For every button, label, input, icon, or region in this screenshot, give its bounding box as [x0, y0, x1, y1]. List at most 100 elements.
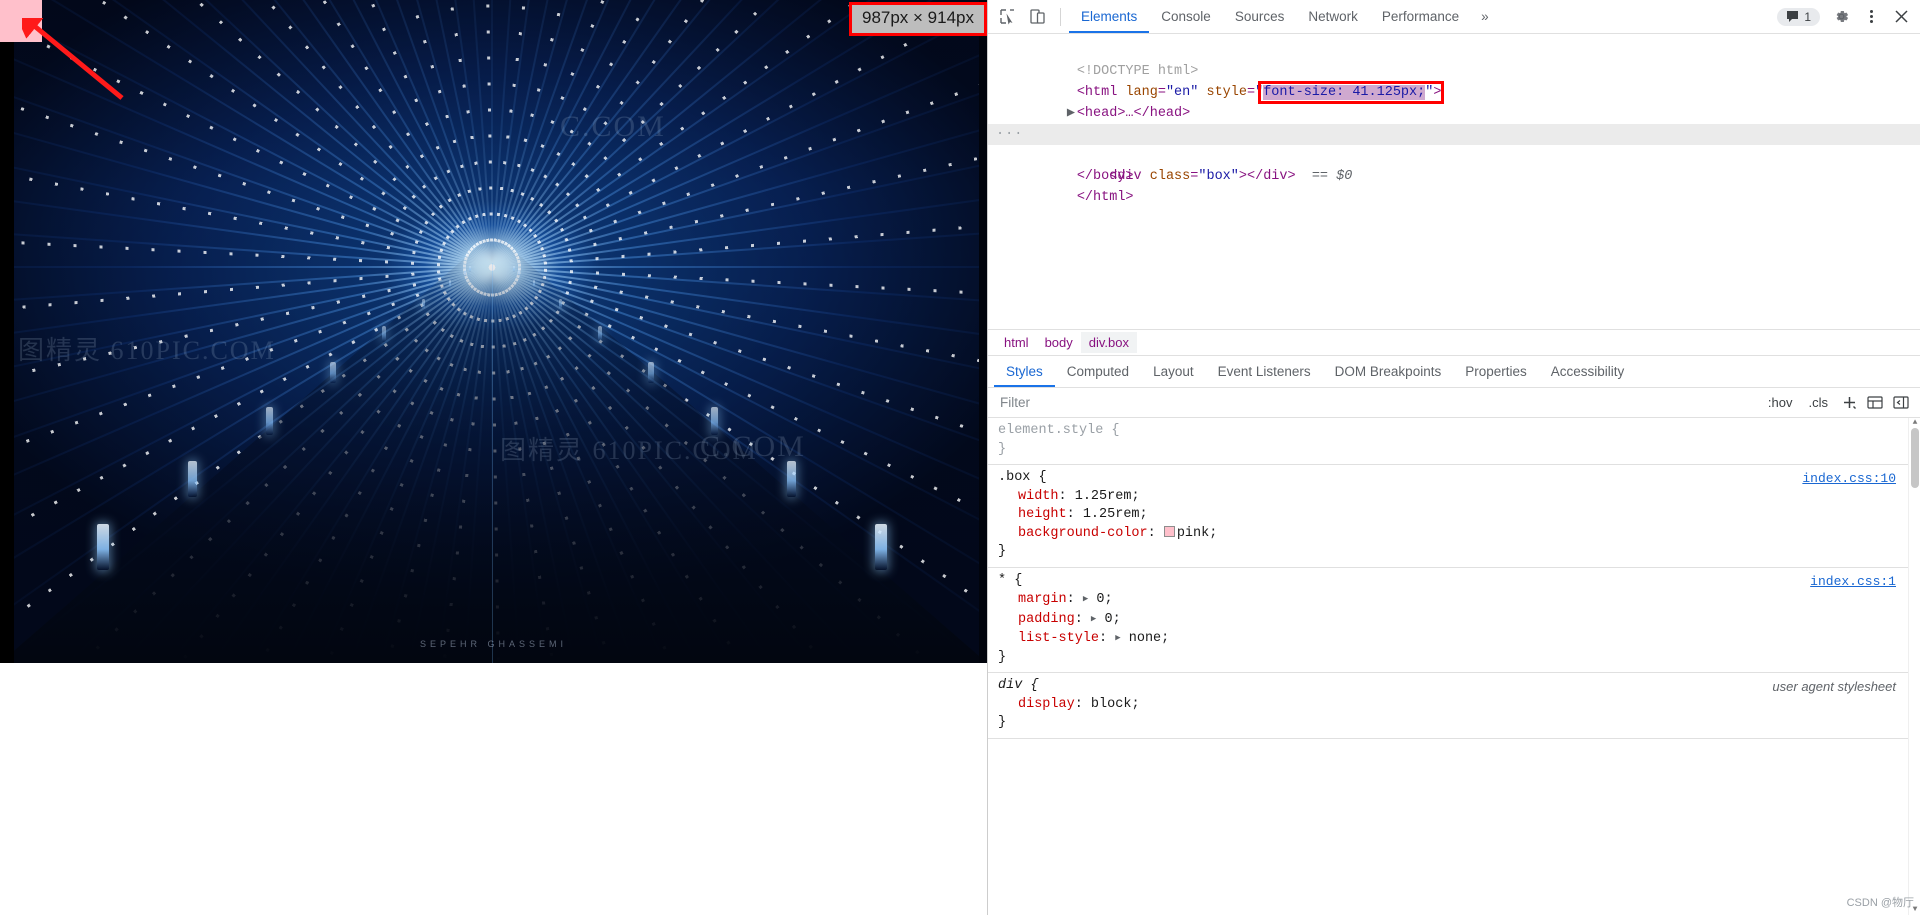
message-count-badge[interactable]: 1 — [1777, 7, 1820, 26]
road-center-line — [492, 263, 493, 663]
breadcrumb-item-body[interactable]: body — [1037, 332, 1081, 353]
tab-performance[interactable]: Performance — [1370, 0, 1471, 33]
more-vertical-icon[interactable] — [1856, 3, 1886, 31]
value-height[interactable]: 1.25rem — [1083, 507, 1140, 522]
rule-origin-universal[interactable]: index.css:1 — [1810, 573, 1896, 592]
tab-computed[interactable]: Computed — [1055, 356, 1141, 387]
csdn-watermark: CSDN @物厅 — [1846, 896, 1914, 909]
scroll-up-icon[interactable]: ▲ — [1909, 418, 1920, 428]
tab-layout[interactable]: Layout — [1141, 356, 1206, 387]
filter-input[interactable] — [988, 388, 1760, 417]
hero-image: 图精灵 610PIC.COM 图精灵 610PIC.COM C.COM C.CO… — [0, 0, 987, 663]
toolbar-separator — [1060, 7, 1061, 26]
light-post — [517, 269, 520, 276]
tab-dom-breakpoints[interactable]: DOM Breakpoints — [1323, 356, 1454, 387]
prop-height[interactable]: height — [1018, 507, 1067, 522]
light-post — [382, 326, 387, 342]
light-post — [559, 298, 563, 311]
light-post — [188, 460, 198, 498]
rule-origin-div: user agent stylesheet — [1772, 679, 1896, 694]
prop-width[interactable]: width — [1018, 489, 1059, 504]
styles-panel-tabs: Styles Computed Layout Event Listeners D… — [988, 355, 1920, 388]
prop-list-style[interactable]: list-style — [1018, 631, 1099, 646]
selector-box[interactable]: .box — [998, 470, 1030, 485]
css-rule-box[interactable]: index.css:10 .box { width: 1.25rem; heig… — [988, 465, 1920, 568]
dom-line-doctype[interactable]: <!DOCTYPE html> — [988, 40, 1920, 79]
light-post — [421, 298, 425, 311]
rules-scrollbar[interactable]: ▲ ▼ — [1908, 418, 1920, 915]
tab-event-listeners[interactable]: Event Listeners — [1206, 356, 1323, 387]
left-letterbox — [0, 0, 14, 663]
value-display[interactable]: block — [1091, 697, 1132, 712]
dom-line-html-close[interactable]: </html> — [988, 166, 1920, 205]
prop-margin[interactable]: margin — [1018, 592, 1067, 607]
red-arrow-annotation — [22, 18, 124, 100]
light-post — [448, 280, 452, 289]
breadcrumb-item-div-box[interactable]: div.box — [1080, 332, 1137, 353]
page-viewport: 图精灵 610PIC.COM 图精灵 610PIC.COM C.COM C.CO… — [0, 0, 987, 915]
light-post — [597, 326, 602, 342]
close-icon[interactable] — [1886, 3, 1916, 31]
selector-element-style[interactable]: element.style — [998, 423, 1103, 438]
scrollbar-thumb[interactable] — [1911, 428, 1919, 488]
html-close-text: </html> — [1076, 190, 1134, 205]
tab-properties[interactable]: Properties — [1453, 356, 1539, 387]
css-rule-element-style[interactable]: element.style { } — [988, 418, 1920, 465]
devtools-panel: Elements Console Sources Network Perform… — [987, 0, 1920, 915]
dom-tree[interactable]: <!DOCTYPE html> <html lang="en" style="f… — [988, 34, 1920, 329]
value-list-style[interactable]: none — [1129, 631, 1161, 646]
light-post — [875, 523, 887, 571]
toggle-sidebar-icon[interactable] — [1888, 395, 1914, 410]
selector-div[interactable]: div — [998, 678, 1022, 693]
dom-row-menu-icon[interactable]: ··· — [996, 124, 1023, 145]
dom-line-body-close[interactable]: </body> — [988, 145, 1920, 184]
tab-elements[interactable]: Elements — [1069, 0, 1149, 33]
computed-sidebar-icon[interactable] — [1862, 395, 1888, 410]
light-post — [513, 266, 515, 272]
inspect-element-icon[interactable] — [992, 3, 1022, 31]
tab-sources[interactable]: Sources — [1223, 0, 1297, 33]
message-count: 1 — [1804, 9, 1811, 24]
css-rule-div[interactable]: user agent stylesheet div { display: blo… — [988, 673, 1920, 739]
element-size-badge: 987px × 914px — [848, 2, 987, 36]
breadcrumb-item-html[interactable]: html — [996, 332, 1037, 353]
light-post — [330, 362, 336, 384]
devtools-toolbar: Elements Console Sources Network Perform… — [988, 0, 1920, 34]
tabs-overflow-button[interactable]: » — [1471, 0, 1499, 33]
dom-line-html-open[interactable]: <html lang="en" style="font-size: 41.125… — [988, 61, 1920, 100]
light-post — [469, 266, 471, 272]
right-letterbox — [979, 0, 987, 663]
tab-network[interactable]: Network — [1296, 0, 1370, 33]
photo-credit: SEPEHR GHASSEMI — [419, 639, 568, 649]
light-post — [532, 280, 536, 289]
new-style-rule-icon[interactable] — [1836, 395, 1862, 410]
value-background-color[interactable]: pink — [1177, 526, 1209, 541]
rule-origin-box[interactable]: index.css:10 — [1802, 470, 1896, 489]
device-toolbar-icon[interactable] — [1022, 3, 1052, 31]
dom-line-head[interactable]: ▶ <head>…</head> — [988, 82, 1920, 121]
tab-console[interactable]: Console — [1149, 0, 1223, 33]
value-padding[interactable]: 0 — [1104, 612, 1112, 627]
cls-button[interactable]: .cls — [1801, 395, 1837, 410]
color-swatch-pink[interactable] — [1163, 525, 1175, 537]
tab-styles[interactable]: Styles — [994, 356, 1055, 387]
breadcrumb-div-box-label: div.box — [1088, 335, 1129, 350]
selector-universal[interactable]: * — [998, 573, 1006, 588]
prop-padding[interactable]: padding — [1018, 612, 1075, 627]
dom-line-div-box[interactable]: ··· <div class="box"></div> == $0 — [988, 124, 1920, 184]
tab-accessibility[interactable]: Accessibility — [1539, 356, 1637, 387]
light-post — [265, 406, 273, 436]
message-icon — [1787, 11, 1799, 22]
breadcrumb: html body div.box — [988, 329, 1920, 355]
css-rule-universal[interactable]: index.css:1 * { margin: ▶ 0; padding: ▶ … — [988, 568, 1920, 673]
styles-filter-row: :hov .cls — [988, 388, 1920, 418]
hov-button[interactable]: :hov — [1760, 395, 1801, 410]
prop-display[interactable]: display — [1018, 697, 1075, 712]
light-post — [648, 362, 654, 384]
css-rules-list[interactable]: element.style { } index.css:10 .box { wi… — [988, 418, 1920, 915]
prop-background-color[interactable]: background-color — [1018, 526, 1148, 541]
value-width[interactable]: 1.25rem — [1075, 489, 1132, 504]
light-post — [786, 460, 796, 498]
settings-gear-icon[interactable] — [1826, 3, 1856, 31]
dom-line-body-open[interactable]: ▼<body style="font-size: 12px;"> — [988, 103, 1920, 142]
